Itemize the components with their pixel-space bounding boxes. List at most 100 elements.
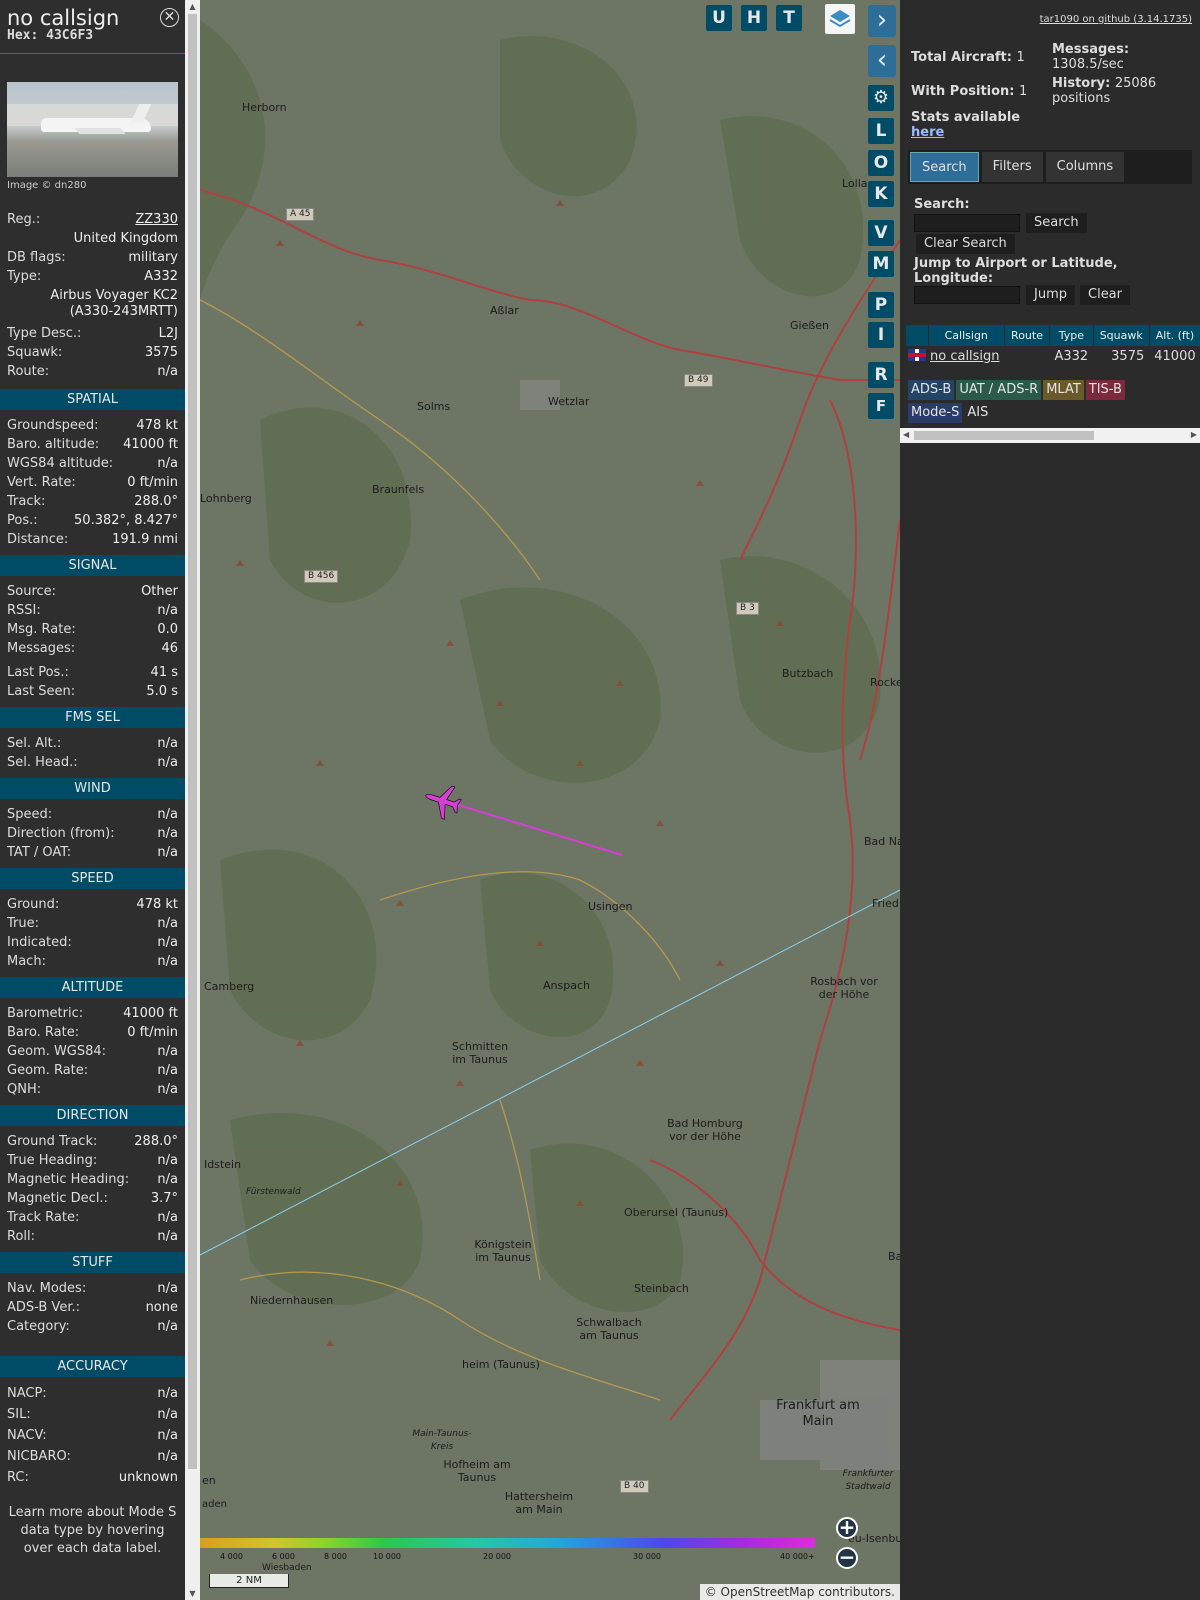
- search-input[interactable]: [914, 214, 1020, 232]
- info-label[interactable]: Pos.:: [7, 511, 38, 530]
- info-label[interactable]: Magnetic Decl.:: [7, 1189, 108, 1208]
- stats-available: Stats available here: [911, 110, 1041, 140]
- info-label[interactable]: QNH:: [7, 1080, 41, 1099]
- source-legend: ADS-B UAT / ADS-R MLAT TIS-B Mode-S AIS: [908, 380, 1188, 426]
- reg-link[interactable]: ZZ330: [135, 210, 178, 229]
- column-header-callsign[interactable]: Callsign: [928, 325, 1006, 346]
- table-horizontal-scrollbar[interactable]: ◀ ▶: [900, 428, 1200, 443]
- total-aircraft-label: Total Aircraft:: [911, 50, 1012, 65]
- info-label[interactable]: Baro. Rate:: [7, 1023, 79, 1042]
- map-attribution[interactable]: © OpenStreetMap contributors.: [699, 1584, 900, 1600]
- info-label[interactable]: Source:: [7, 582, 56, 601]
- info-label[interactable]: True:: [7, 914, 39, 933]
- info-label[interactable]: Barometric:: [7, 1004, 83, 1023]
- info-label[interactable]: Magnetic Heading:: [7, 1170, 129, 1189]
- info-label[interactable]: Direction (from):: [7, 824, 115, 843]
- info-label[interactable]: Category:: [7, 1317, 70, 1336]
- left-panel-scrollbar[interactable]: ▲ ▼: [185, 0, 200, 1600]
- info-label[interactable]: RC:: [7, 1467, 29, 1488]
- tab-filters[interactable]: Filters: [981, 152, 1043, 182]
- layers-icon[interactable]: [825, 4, 855, 34]
- info-label[interactable]: Msg. Rate:: [7, 620, 76, 639]
- map-button-l[interactable]: L: [868, 118, 894, 144]
- info-row: Magnetic Decl.: 3.7°: [7, 1189, 178, 1208]
- zoom-in-button[interactable]: +: [836, 1517, 858, 1539]
- tab-search[interactable]: Search: [910, 152, 979, 182]
- info-label[interactable]: Baro. altitude:: [7, 435, 99, 454]
- github-link[interactable]: tar1090 on github (3.14.1735): [1040, 14, 1192, 25]
- map-button-k[interactable]: K: [868, 181, 894, 207]
- map-view[interactable]: Herborn Aßlar Gießen Solms Wetzlar Braun…: [200, 0, 900, 1600]
- info-label[interactable]: ADS-B Ver.:: [7, 1298, 80, 1317]
- squawk-value: 3575: [144, 345, 178, 360]
- info-label[interactable]: RSSI:: [7, 601, 41, 620]
- section-header-accuracy: ACCURACY: [0, 1356, 185, 1377]
- map-button-r[interactable]: R: [868, 362, 894, 388]
- clear-button[interactable]: Clear: [1080, 285, 1130, 305]
- jump-button[interactable]: Jump: [1026, 285, 1075, 305]
- zoom-out-button[interactable]: −: [836, 1547, 858, 1569]
- info-value: n/a: [157, 935, 178, 950]
- info-label[interactable]: Last Pos.:: [7, 663, 69, 682]
- info-label[interactable]: Geom. WGS84:: [7, 1042, 106, 1061]
- info-label[interactable]: True Heading:: [7, 1151, 97, 1170]
- info-sections: SPATIAL Groundspeed: 478 kt Baro. altitude:…: [0, 389, 185, 1488]
- column-header-squawk[interactable]: Squawk: [1093, 325, 1150, 346]
- info-label[interactable]: Geom. Rate:: [7, 1061, 88, 1080]
- info-label[interactable]: Distance:: [7, 530, 68, 549]
- chevron-left-icon[interactable]: ‹: [868, 45, 896, 77]
- map-button-f[interactable]: F: [868, 393, 894, 419]
- info-value: n/a: [157, 1082, 178, 1097]
- info-label[interactable]: Sel. Head.:: [7, 753, 78, 772]
- column-header-flag[interactable]: [906, 325, 929, 346]
- info-label[interactable]: Ground:: [7, 895, 59, 914]
- aircraft-icon[interactable]: [422, 780, 464, 822]
- info-label[interactable]: Track Rate:: [7, 1208, 79, 1227]
- jump-input[interactable]: [914, 286, 1020, 304]
- info-label[interactable]: Messages:: [7, 639, 75, 658]
- clear-search-button[interactable]: Clear Search: [916, 234, 1015, 254]
- info-label[interactable]: NACP:: [7, 1383, 47, 1404]
- info-label[interactable]: NACV:: [7, 1425, 47, 1446]
- map-button-u[interactable]: U: [706, 5, 732, 31]
- info-label[interactable]: NICBARO:: [7, 1446, 71, 1467]
- info-label[interactable]: Track:: [7, 492, 45, 511]
- map-button-v[interactable]: V: [868, 220, 894, 246]
- column-header-type[interactable]: Type: [1049, 325, 1094, 346]
- gear-icon[interactable]: ⚙: [868, 85, 894, 111]
- map-button-h[interactable]: H: [741, 5, 767, 31]
- scrollbar-thumb[interactable]: [914, 431, 1094, 440]
- scrollbar-thumb[interactable]: [188, 14, 197, 1469]
- info-label[interactable]: Ground Track:: [7, 1132, 97, 1151]
- column-header-route[interactable]: Route: [1004, 325, 1050, 346]
- map-button-o[interactable]: O: [868, 150, 894, 176]
- table-row[interactable]: no callsign A332 3575 41000: [906, 346, 1200, 366]
- info-label[interactable]: Indicated:: [7, 933, 72, 952]
- info-label[interactable]: Sel. Alt.:: [7, 734, 61, 753]
- info-label[interactable]: Mach:: [7, 952, 46, 971]
- column-header-altitude[interactable]: Alt. (ft): [1149, 325, 1200, 346]
- info-label[interactable]: Vert. Rate:: [7, 473, 76, 492]
- info-label[interactable]: SIL:: [7, 1404, 31, 1425]
- info-label[interactable]: TAT / OAT:: [7, 843, 71, 862]
- tab-columns[interactable]: Columns: [1045, 152, 1125, 182]
- map-button-i[interactable]: I: [868, 322, 894, 348]
- close-icon[interactable]: ✕: [160, 8, 179, 27]
- info-label[interactable]: Nav. Modes:: [7, 1279, 86, 1298]
- stats-link[interactable]: here: [911, 125, 944, 140]
- info-label[interactable]: Last Seen:: [7, 682, 75, 701]
- map-button-m[interactable]: M: [868, 251, 894, 277]
- row-callsign[interactable]: no callsign: [930, 349, 1000, 364]
- info-value: n/a: [157, 1281, 178, 1296]
- aircraft-photo[interactable]: [7, 82, 178, 177]
- info-label[interactable]: Speed:: [7, 805, 52, 824]
- map-button-t[interactable]: T: [776, 5, 802, 31]
- info-label[interactable]: Roll:: [7, 1227, 35, 1246]
- map-button-p[interactable]: P: [868, 292, 894, 318]
- info-label[interactable]: Groundspeed:: [7, 416, 98, 435]
- info-label[interactable]: WGS84 altitude:: [7, 454, 113, 473]
- search-button[interactable]: Search: [1026, 213, 1087, 233]
- chevron-right-icon[interactable]: ›: [868, 5, 896, 37]
- aircraft-header: no callsign Hex: 43C6F3 ✕: [0, 0, 185, 54]
- info-row: QNH: n/a: [7, 1080, 178, 1099]
